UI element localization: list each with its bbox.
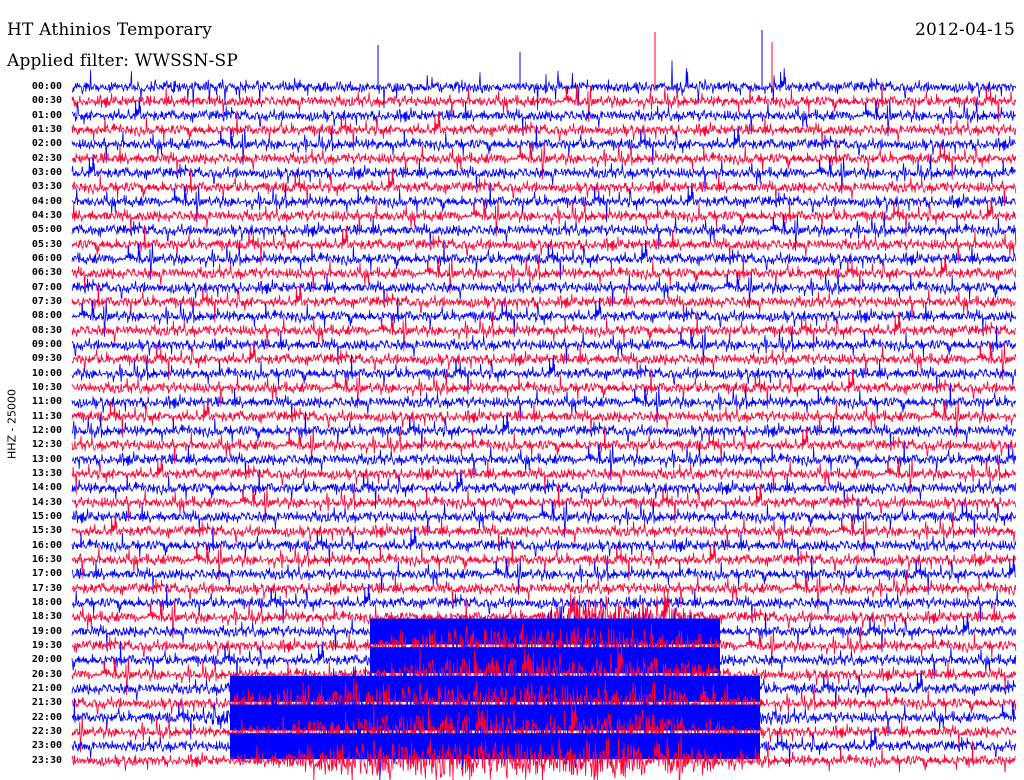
- time-label-1300: 13:00: [31, 453, 62, 465]
- date-label: 2012-04-15: [914, 20, 1015, 40]
- time-label-2230: 22:30: [31, 725, 62, 737]
- time-label-0330: 03:30: [31, 181, 62, 193]
- time-label-1400: 14:00: [31, 482, 62, 494]
- time-label-1500: 15:00: [31, 510, 62, 522]
- time-label-0830: 08:30: [31, 324, 62, 336]
- time-label-2200: 22:00: [31, 711, 62, 723]
- time-label-0600: 06:00: [31, 253, 62, 264]
- time-label-0030: 00:30: [31, 95, 62, 107]
- time-label-0300: 03:00: [31, 167, 62, 178]
- time-label-2000: 20:00: [31, 654, 62, 666]
- time-label-1230: 12:30: [31, 439, 62, 451]
- time-label-1330: 13:30: [31, 467, 62, 479]
- time-label-1430: 14:30: [31, 496, 62, 508]
- time-label-0700: 07:00: [31, 281, 62, 293]
- time-label-0230: 02:30: [31, 152, 62, 164]
- time-label-1830: 18:30: [31, 611, 62, 623]
- time-label-0000: 00:00: [31, 81, 62, 92]
- time-label-1530: 15:30: [31, 525, 62, 537]
- event-body-2000: [370, 647, 720, 674]
- time-label-1000: 10:00: [31, 367, 62, 379]
- helicorder-plot: [71, 30, 1017, 780]
- time-label-1030: 10:30: [31, 381, 62, 393]
- time-label-1730: 17:30: [31, 582, 62, 594]
- time-label-0930: 09:30: [31, 353, 62, 365]
- time-label-1200: 12:00: [31, 424, 62, 436]
- time-label-2100: 21:00: [31, 682, 62, 694]
- time-label-0900: 09:00: [31, 338, 62, 350]
- time-label-0630: 06:30: [31, 267, 62, 279]
- time-label-0730: 07:30: [31, 295, 62, 307]
- time-label-1630: 16:30: [31, 553, 62, 565]
- time-label-0100: 01:00: [31, 109, 62, 121]
- time-label-2330: 23:30: [31, 754, 62, 766]
- time-label-2300: 23:00: [31, 740, 62, 752]
- helicorder-page: HT Athinios Temporary 2012-04-15 Applied…: [0, 0, 1024, 780]
- time-label-1600: 16:00: [31, 539, 62, 551]
- time-label-2130: 21:30: [31, 697, 62, 709]
- time-label-1700: 17:00: [31, 568, 62, 580]
- time-label-1930: 19:30: [31, 639, 62, 651]
- time-label-0800: 08:00: [31, 310, 62, 322]
- time-label-1100: 11:00: [31, 396, 62, 408]
- time-label-0430: 04:30: [31, 210, 62, 221]
- time-label-0400: 04:00: [31, 195, 62, 207]
- time-label-1130: 11:30: [31, 410, 62, 422]
- time-label-0500: 05:00: [31, 224, 62, 236]
- time-axis-labels: 00:00 00:30 01:00 01:30 02:00 02:30 03:00 03:30…: [0, 0, 70, 780]
- time-label-0130: 01:30: [31, 124, 62, 135]
- time-label-0200: 02:00: [31, 138, 62, 150]
- time-label-2030: 20:30: [31, 668, 62, 680]
- time-label-1900: 19:00: [31, 625, 62, 637]
- time-label-1800: 18:00: [31, 596, 62, 608]
- time-label-0530: 05:30: [31, 238, 62, 250]
